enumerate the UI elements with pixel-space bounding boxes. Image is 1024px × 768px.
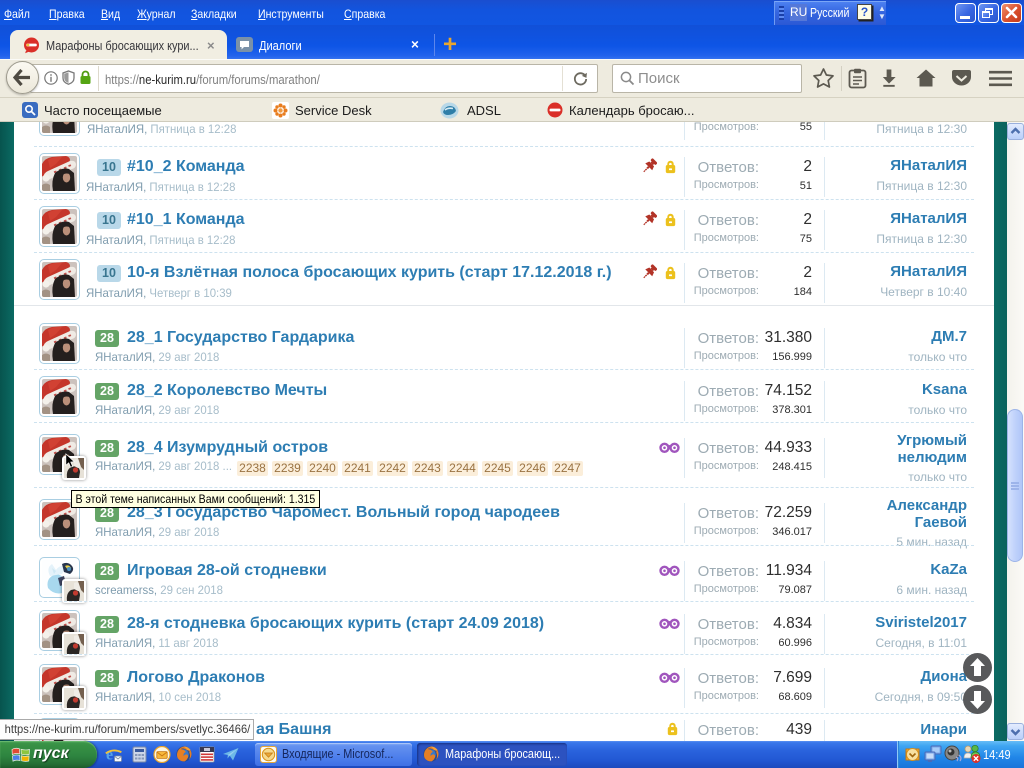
svg-text:e: e <box>106 747 113 764</box>
